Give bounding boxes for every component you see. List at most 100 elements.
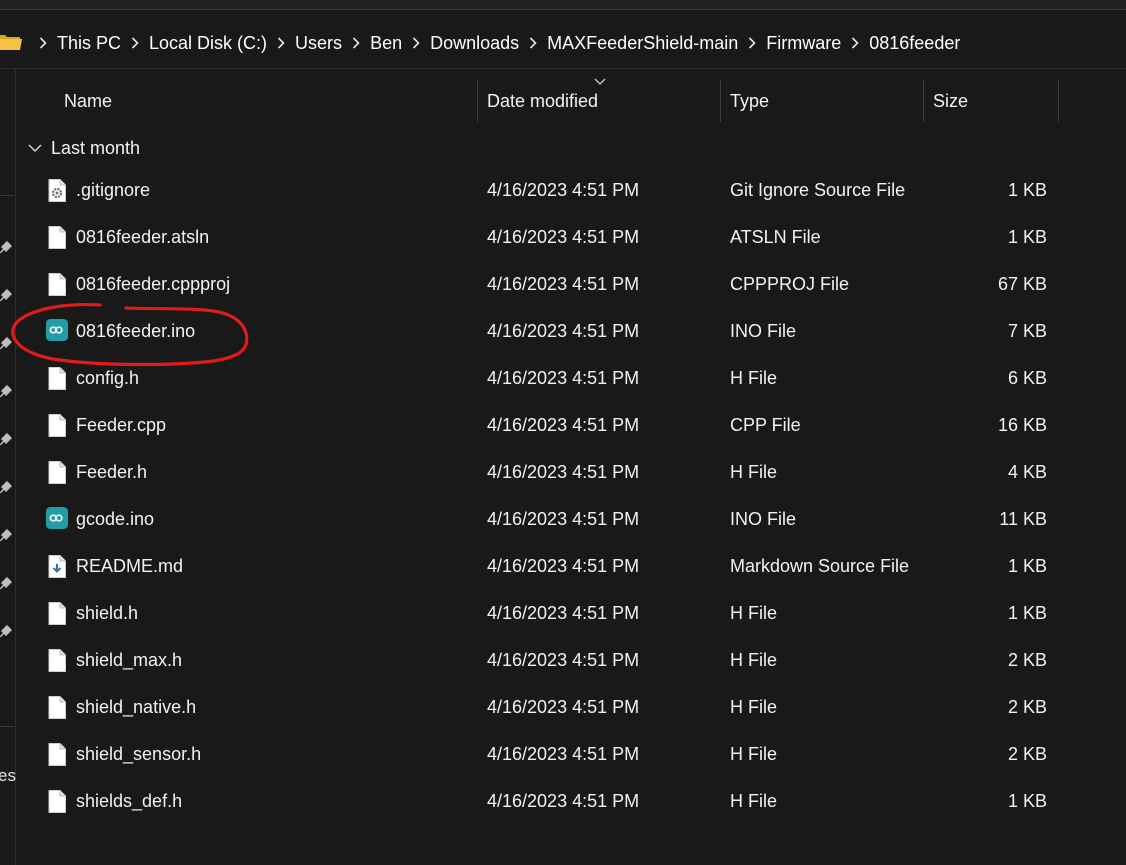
chevron-right-icon[interactable]	[39, 37, 47, 49]
sort-descending-icon	[594, 78, 606, 85]
chevron-right-icon[interactable]	[131, 37, 139, 49]
column-divider[interactable]	[477, 80, 478, 122]
file-icon	[48, 602, 66, 625]
file-type: H File	[730, 603, 778, 623]
file-type: CPPPROJ File	[730, 274, 850, 294]
file-icon	[48, 696, 66, 719]
file-date-modified: 4/16/2023 4:51 PM	[487, 650, 640, 670]
file-icon	[48, 367, 66, 390]
breadcrumb-item[interactable]: Local Disk (C:)	[148, 33, 268, 54]
file-type: INO File	[730, 321, 797, 341]
file-size: 1 KB	[1007, 227, 1047, 247]
file-type: INO File	[730, 509, 797, 529]
file-row[interactable]: shield_max.h 4/16/2023 4:51 PM H File 2 KB	[16, 637, 1066, 684]
column-divider[interactable]	[720, 80, 721, 122]
chevron-right-icon[interactable]	[277, 37, 285, 49]
file-date-modified: 4/16/2023 4:51 PM	[487, 321, 640, 341]
chevron-right-icon[interactable]	[748, 37, 756, 49]
pin-icon[interactable]	[0, 241, 12, 253]
column-header-date[interactable]: Date modified	[487, 78, 598, 124]
arduino-icon	[46, 319, 68, 343]
file-icon	[48, 273, 66, 296]
file-name: Feeder.cpp	[76, 415, 167, 435]
file-name: Feeder.h	[76, 462, 148, 482]
column-header-type[interactable]: Type	[730, 78, 769, 124]
file-row[interactable]: 0816feeder.atsln 4/16/2023 4:51 PM ATSLN F…	[16, 214, 1066, 261]
file-row[interactable]: README.md 4/16/2023 4:51 PM Markdown Sourc…	[16, 543, 1066, 590]
file-row[interactable]: 0816feeder.cppproj 4/16/2023 4:51 PM CPPPR…	[16, 261, 1066, 308]
file-size: 6 KB	[1007, 368, 1047, 388]
pin-icon[interactable]	[0, 337, 12, 349]
file-type: H File	[730, 697, 778, 717]
file-date-modified: 4/16/2023 4:51 PM	[487, 603, 640, 623]
file-name: shield_max.h	[76, 650, 183, 670]
file-size: 1 KB	[1007, 556, 1047, 576]
column-header-size[interactable]: Size	[933, 78, 968, 124]
gear-file-icon	[48, 179, 66, 202]
file-type: H File	[730, 791, 778, 811]
file-row[interactable]: config.h 4/16/2023 4:51 PM H File 6 KB	[16, 355, 1066, 402]
chevron-right-icon[interactable]	[352, 37, 360, 49]
file-name: .gitignore	[76, 180, 151, 200]
file-size: 67 KB	[997, 274, 1047, 294]
pin-icon[interactable]	[0, 481, 12, 493]
file-type: H File	[730, 368, 778, 388]
file-date-modified: 4/16/2023 4:51 PM	[487, 274, 640, 294]
file-name: shields_def.h	[76, 791, 183, 811]
file-size: 11 KB	[999, 509, 1047, 529]
chevron-right-icon[interactable]	[851, 37, 859, 49]
file-date-modified: 4/16/2023 4:51 PM	[487, 368, 640, 388]
navigation-pane[interactable]	[0, 69, 16, 865]
breadcrumb-item[interactable]: Downloads	[429, 33, 520, 54]
file-name: config.h	[76, 368, 140, 388]
file-type: ATSLN File	[730, 227, 821, 247]
column-divider[interactable]	[923, 80, 924, 122]
file-size: 4 KB	[1007, 462, 1047, 482]
breadcrumb-item[interactable]: MAXFeederShield-main	[546, 33, 739, 54]
file-row[interactable]: shield_native.h 4/16/2023 4:51 PM H File 2 …	[16, 684, 1066, 731]
file-row[interactable]: Feeder.h 4/16/2023 4:51 PM H File 4 KB	[16, 449, 1066, 496]
file-row[interactable]: shield_sensor.h 4/16/2023 4:51 PM H File 2 …	[16, 731, 1066, 778]
file-name: 0816feeder.atsln	[76, 227, 210, 247]
file-row[interactable]: shields_def.h 4/16/2023 4:51 PM H File 1 KB	[16, 778, 1066, 825]
file-type: Markdown Source File	[730, 556, 910, 576]
breadcrumb-item[interactable]: Ben	[369, 33, 403, 54]
file-size: 1 KB	[1007, 180, 1047, 200]
file-row[interactable]: gcode.ino 4/16/2023 4:51 PM INO File 11 KB	[16, 496, 1066, 543]
file-row[interactable]: 0816feeder.ino 4/16/2023 4:51 PM INO File 7…	[16, 308, 1066, 355]
file-size: 1 KB	[1007, 791, 1047, 811]
arduino-icon	[46, 507, 68, 531]
pin-icon[interactable]	[0, 385, 12, 397]
file-icon	[48, 461, 66, 484]
column-header-name[interactable]: Name	[64, 78, 112, 124]
file-icon	[48, 790, 66, 813]
pin-icon[interactable]	[0, 289, 12, 301]
file-icon	[48, 226, 66, 249]
pin-icon[interactable]	[0, 625, 12, 637]
file-list: .gitignore 4/16/2023 4:51 PM Git Ignore So…	[16, 167, 1066, 825]
pin-icon[interactable]	[0, 529, 12, 541]
group-header[interactable]: Last month	[28, 134, 140, 162]
pin-icon[interactable]	[0, 577, 12, 589]
file-size: 7 KB	[1007, 321, 1047, 341]
file-date-modified: 4/16/2023 4:51 PM	[487, 227, 640, 247]
file-date-modified: 4/16/2023 4:51 PM	[487, 744, 640, 764]
file-row[interactable]: shield.h 4/16/2023 4:51 PM H File 1 KB	[16, 590, 1066, 637]
file-row[interactable]: Feeder.cpp 4/16/2023 4:51 PM CPP File 16 KB	[16, 402, 1066, 449]
chevron-right-icon[interactable]	[529, 37, 537, 49]
breadcrumb-item[interactable]: Firmware	[765, 33, 842, 54]
file-date-modified: 4/16/2023 4:51 PM	[487, 509, 640, 529]
folder-icon	[0, 35, 22, 50]
breadcrumb-item[interactable]: 0816feeder	[868, 33, 961, 54]
address-bar[interactable]: This PC Local Disk (C:) Users Ben Downloads M…	[0, 22, 1126, 64]
nav-item-label[interactable]: es	[0, 766, 16, 786]
breadcrumb-item[interactable]: Users	[294, 33, 343, 54]
column-divider[interactable]	[1058, 80, 1059, 122]
column-headers: Name Date modified Type Size	[16, 78, 1126, 124]
file-name: 0816feeder.ino	[76, 321, 196, 341]
nav-divider	[0, 195, 14, 196]
pin-icon[interactable]	[0, 433, 12, 445]
chevron-right-icon[interactable]	[412, 37, 420, 49]
file-row[interactable]: .gitignore 4/16/2023 4:51 PM Git Ignore So…	[16, 167, 1066, 214]
breadcrumb-item[interactable]: This PC	[56, 33, 122, 54]
